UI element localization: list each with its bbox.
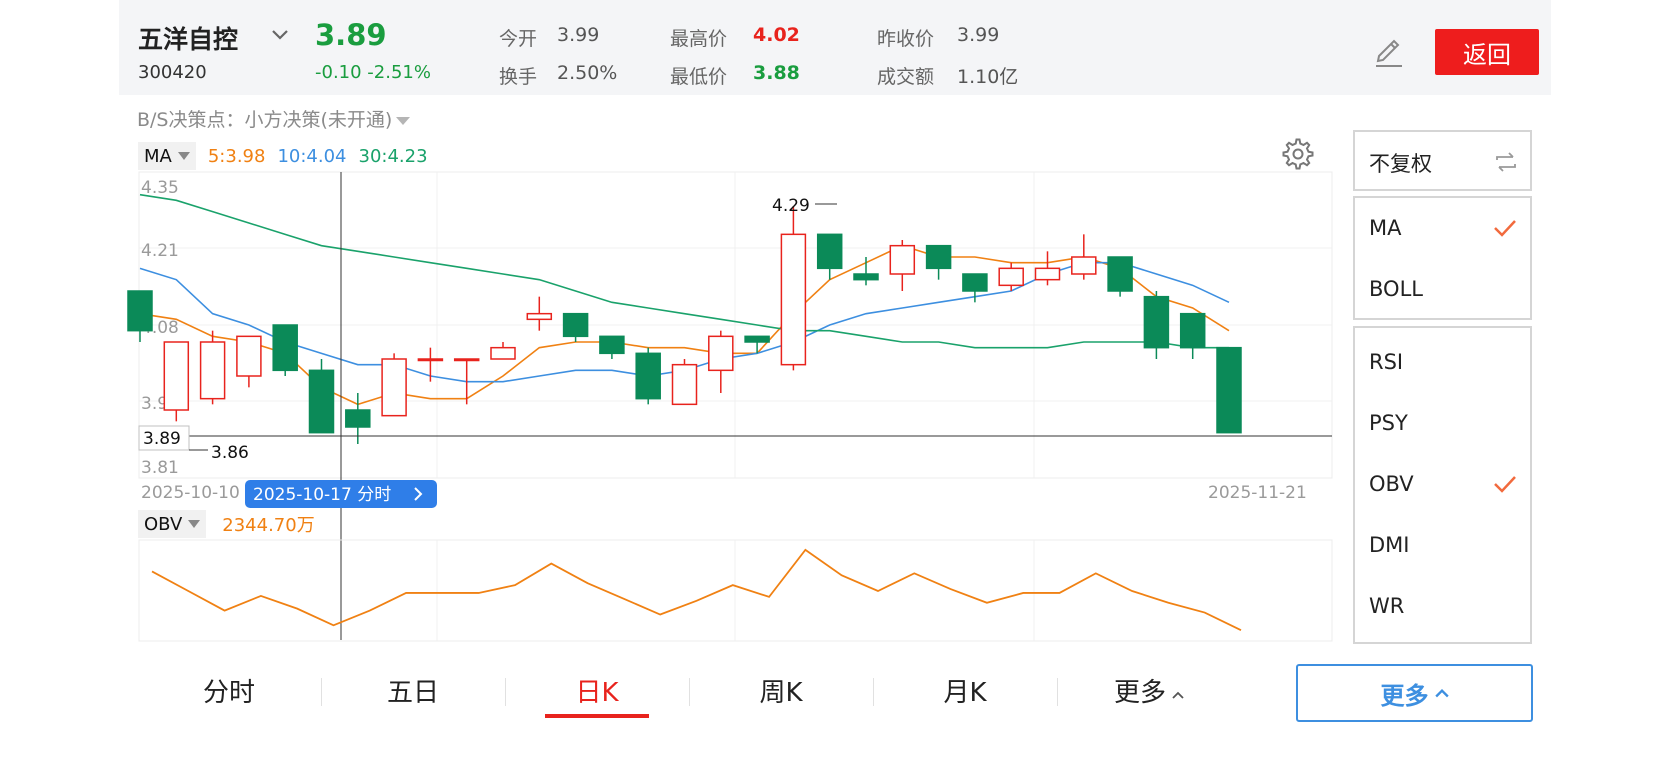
period-tabs: 分时 五日 日K 周K 月K 更多	[137, 668, 1237, 718]
sub-indicator-selector[interactable]: OBV	[138, 510, 207, 538]
obv-line	[151, 548, 1242, 632]
candle-body[interactable]	[453, 358, 480, 362]
indicator-option-boll[interactable]: BOLL	[1369, 277, 1423, 301]
candle-body[interactable]	[1143, 295, 1170, 349]
candle-body[interactable]	[1179, 312, 1206, 349]
caret-down-icon	[188, 520, 201, 528]
current-price-tag: 3.89	[143, 429, 181, 449]
y-tick-label: 3.81	[141, 458, 179, 478]
tab-monthly-k[interactable]: 月K	[873, 668, 1057, 718]
more-button-label: 更多	[1380, 681, 1429, 710]
candle-body[interactable]	[199, 341, 226, 400]
obv-value: 2344.70万	[222, 515, 315, 536]
candle-body[interactable]	[889, 244, 916, 275]
tab-more[interactable]: 更多	[1057, 668, 1241, 718]
main-indicator-list: MA BOLL	[1353, 196, 1532, 320]
indicator-option-psy[interactable]: PSY	[1369, 411, 1408, 435]
candle-body[interactable]	[490, 346, 516, 360]
indicator-option-obv[interactable]: OBV	[1369, 472, 1414, 496]
candle-body[interactable]	[417, 358, 444, 362]
more-button[interactable]: 更多	[1296, 664, 1533, 722]
candle-body[interactable]	[998, 267, 1024, 287]
start-date-label: 2025-10-10	[141, 483, 240, 503]
candle-body[interactable]	[816, 233, 843, 270]
adjust-selector[interactable]: 不复权	[1353, 130, 1532, 191]
candle-body[interactable]	[345, 409, 371, 428]
active-tab-indicator	[545, 714, 649, 718]
candle-body[interactable]	[308, 369, 335, 434]
candle-body[interactable]	[236, 335, 262, 377]
candle-body[interactable]	[562, 312, 589, 338]
tab-daily-k[interactable]: 日K	[505, 668, 689, 718]
candle-body[interactable]	[925, 244, 952, 270]
y-tick-label: 4.21	[141, 241, 179, 261]
indicator-option-wr[interactable]: WR	[1369, 594, 1404, 618]
candle-body[interactable]	[671, 363, 698, 406]
indicator-option-rsi[interactable]: RSI	[1369, 350, 1403, 374]
chevron-up-icon	[1172, 691, 1184, 699]
tab-five-day[interactable]: 五日	[321, 668, 505, 718]
max-price-label: 4.29	[772, 196, 810, 216]
candle-body[interactable]	[780, 233, 807, 366]
sub-indicator-name: OBV	[144, 513, 183, 535]
candle-body[interactable]	[272, 324, 298, 372]
tab-more-label: 更多	[1113, 678, 1166, 708]
switch-icon	[1496, 152, 1516, 172]
candle-body[interactable]	[1107, 256, 1133, 292]
candle-body[interactable]	[962, 273, 988, 292]
candle-body[interactable]	[127, 290, 153, 332]
crosshair-date-tag[interactable]: 2025-10-17 分时	[245, 480, 437, 508]
candle-body[interactable]	[381, 358, 407, 417]
candle-body[interactable]	[1034, 267, 1061, 281]
candle-body[interactable]	[853, 273, 879, 281]
candle-body[interactable]	[526, 312, 553, 321]
tab-intraday[interactable]: 分时	[137, 668, 321, 718]
candle-body[interactable]	[708, 335, 734, 372]
adjust-label: 不复权	[1369, 152, 1432, 176]
candle-body[interactable]	[1071, 256, 1097, 275]
tab-weekly-k[interactable]: 周K	[689, 668, 873, 718]
candle-body[interactable]	[599, 335, 625, 355]
chevron-up-icon	[1434, 689, 1449, 698]
crosshair-date-text: 2025-10-17 分时	[253, 485, 391, 505]
candle-body[interactable]	[1216, 346, 1242, 434]
check-icon	[1494, 220, 1516, 237]
candle-body[interactable]	[744, 335, 770, 343]
indicator-option-dmi[interactable]: DMI	[1369, 533, 1409, 557]
min-price-label: 3.86	[211, 443, 249, 463]
obv-legend: OBV 2344.70万	[138, 509, 315, 539]
check-icon	[1494, 476, 1516, 493]
sub-indicator-list: RSI PSY OBV DMI WR	[1353, 326, 1532, 644]
candle-body[interactable]	[635, 352, 661, 400]
obv-series-line	[151, 548, 1242, 632]
candle-body[interactable]	[163, 341, 190, 411]
end-date-label: 2025-11-21	[1208, 483, 1307, 503]
indicator-option-ma[interactable]: MA	[1369, 216, 1401, 240]
